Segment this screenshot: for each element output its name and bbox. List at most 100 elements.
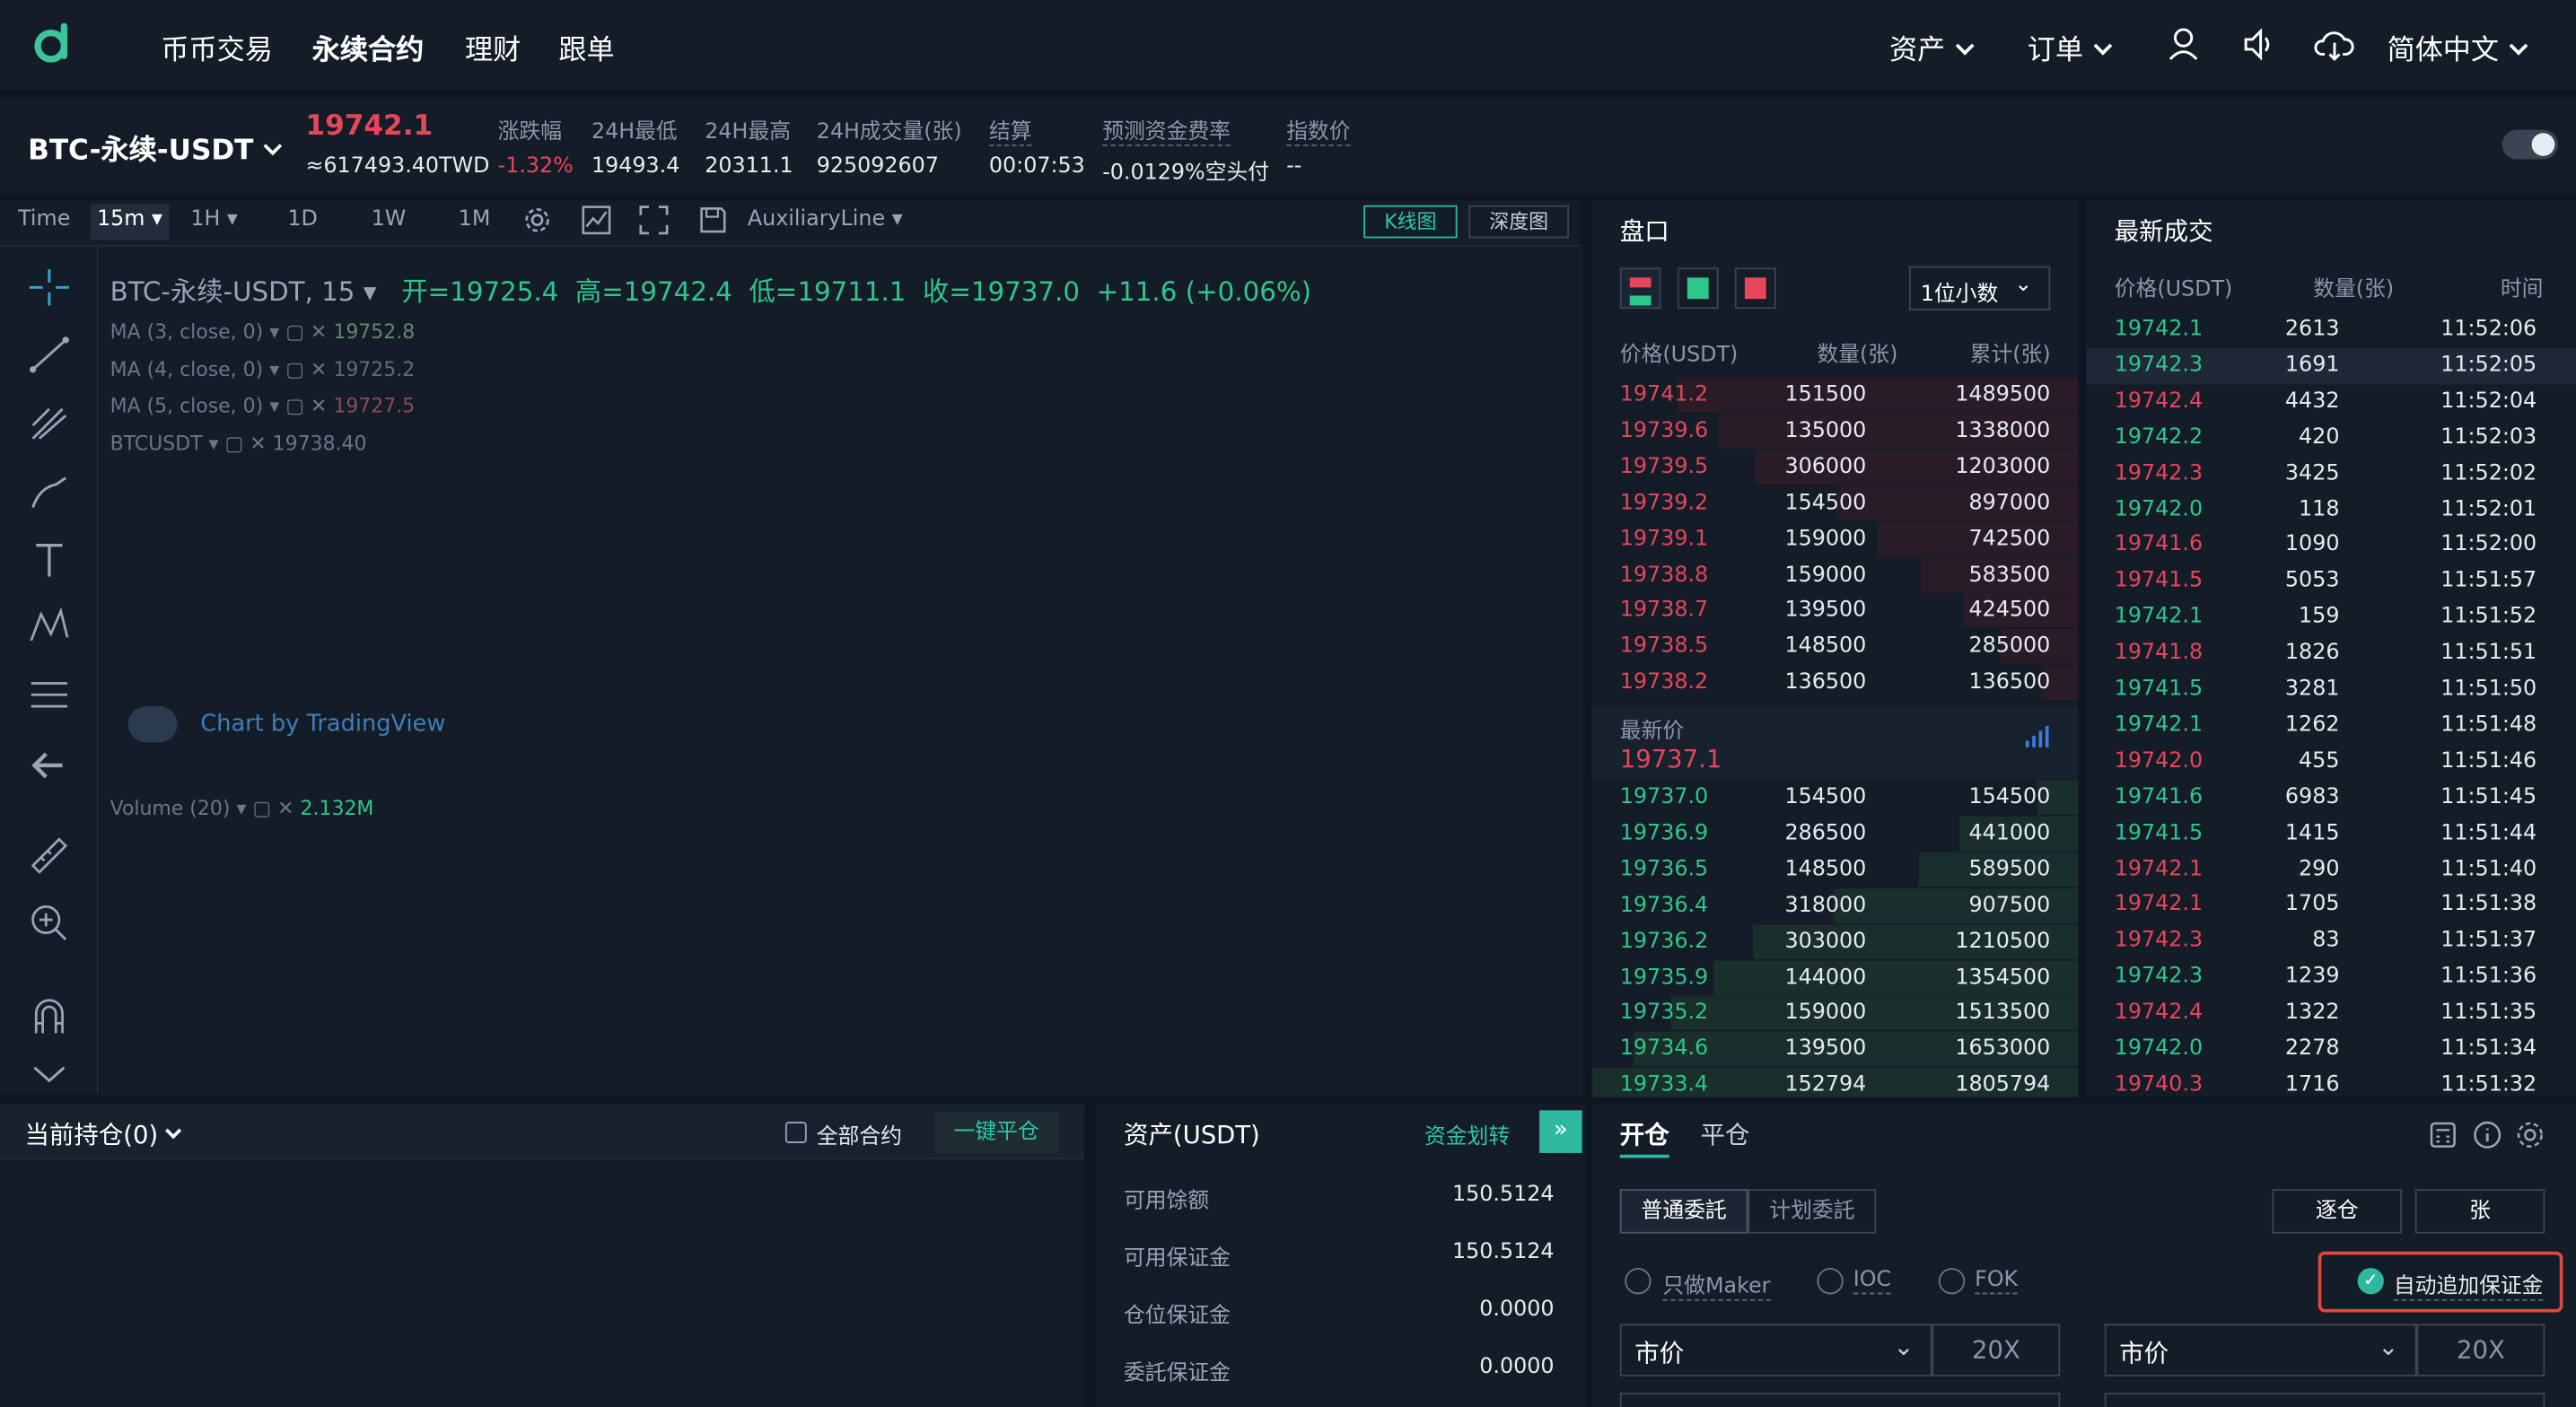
sell-amount-input[interactable]	[2104, 1393, 2545, 1407]
stat-label-settlement[interactable]: 结算	[988, 113, 1032, 146]
view-asks-icon[interactable]	[1734, 267, 1776, 310]
stat-label-index[interactable]: 指数价	[1286, 113, 1351, 146]
zoom-in-icon[interactable]	[26, 902, 72, 945]
ioc-radio[interactable]	[1817, 1268, 1844, 1295]
ask-row[interactable]: 19738.8 159000 583500	[1592, 563, 2079, 592]
bid-row[interactable]: 19735.9 144000 1354500	[1592, 965, 2079, 994]
ask-row[interactable]: 19741.2 151500 1489500	[1592, 382, 2079, 412]
ask-row[interactable]: 19739.2 154500 897000	[1592, 491, 2079, 520]
auxiliary-line-dropdown[interactable]: AuxiliaryLine ▾	[748, 207, 903, 232]
interval-1h[interactable]: 1H ▾	[190, 207, 238, 232]
auto-margin-checkbox[interactable]: ✓	[2357, 1268, 2384, 1295]
decimals-select[interactable]: 1位小数 ⌄	[1908, 266, 2051, 310]
stat-label-funding[interactable]: 预测资金费率	[1102, 113, 1231, 146]
cloud-download-icon[interactable]	[2313, 26, 2356, 62]
bid-row[interactable]: 19736.5 148500 589500	[1592, 857, 2079, 887]
interval-1m[interactable]: 1M	[459, 207, 491, 232]
speaker-icon[interactable]	[2241, 26, 2277, 62]
unit-button[interactable]: 张	[2414, 1189, 2545, 1234]
text-tool-icon[interactable]	[26, 538, 72, 581]
nav-orders-menu[interactable]: 订单	[2027, 26, 2113, 68]
tab-open-position[interactable]: 开仓	[1620, 1117, 1669, 1151]
back-arrow-icon[interactable]	[26, 744, 72, 787]
nav-copy-trading[interactable]: 跟单	[558, 26, 614, 67]
nav-assets-menu[interactable]: 资产	[1889, 26, 1975, 67]
close-all-button[interactable]: 一键平仓	[934, 1112, 1058, 1153]
fok-radio[interactable]	[1938, 1268, 1966, 1295]
bid-row[interactable]: 19736.9 286500 441000	[1592, 821, 2079, 851]
ask-row[interactable]: 19739.1 159000 742500	[1592, 527, 2079, 556]
plan-order-tab[interactable]: 计划委託	[1748, 1189, 1877, 1234]
language-selector[interactable]: 简体中文	[2388, 26, 2528, 67]
depth-view-button[interactable]: 深度图	[1468, 205, 1570, 239]
ask-row[interactable]: 19739.6 135000 1338000	[1592, 419, 2079, 449]
buy-leverage-select[interactable]: 20X	[1932, 1324, 2061, 1376]
nav-spot-trading[interactable]: 币币交易	[161, 26, 272, 67]
all-contracts-checkbox[interactable]	[784, 1122, 807, 1143]
user-icon[interactable]	[2165, 26, 2201, 62]
sell-price-type-select[interactable]: 市价 ⌄	[2104, 1324, 2417, 1376]
settings-gear-icon[interactable]	[522, 205, 552, 235]
nav-perpetual[interactable]: 永续合约	[312, 26, 424, 67]
interval-15m[interactable]: 15m ▾	[97, 207, 162, 232]
indicator-icon[interactable]	[582, 205, 611, 235]
save-icon[interactable]	[698, 205, 728, 235]
fib-icon[interactable]	[26, 673, 72, 716]
buy-amount-input[interactable]	[1619, 1393, 2061, 1407]
ask-row[interactable]: 19738.7 139500 424500	[1592, 599, 2079, 628]
bid-row[interactable]: 19733.4 152794 1805794	[1592, 1073, 2079, 1097]
auto-margin-label[interactable]: 自动追加保证金	[2393, 1268, 2544, 1301]
view-bids-icon[interactable]	[1677, 267, 1719, 310]
interval-1d[interactable]: 1D	[287, 207, 317, 232]
pair-selector[interactable]: BTC-永续-USDT	[28, 127, 283, 168]
indicator-ma2[interactable]: MA (4, close, 0) ▾ ▢ ✕ 19725.2	[110, 351, 416, 388]
transfer-arrow-button[interactable]: »	[1539, 1110, 1582, 1153]
tab-close-position[interactable]: 平仓	[1700, 1117, 1749, 1151]
maker-only-radio[interactable]	[1625, 1268, 1652, 1295]
crosshair-icon[interactable]	[26, 267, 72, 310]
ask-row[interactable]: 19738.2 136500 136500	[1592, 670, 2079, 700]
interval-1w[interactable]: 1W	[372, 207, 407, 232]
bid-row[interactable]: 19734.6 139500 1653000	[1592, 1037, 2079, 1067]
ioc-label[interactable]: IOC	[1853, 1268, 1892, 1295]
trend-line-icon[interactable]	[26, 334, 72, 377]
fok-label[interactable]: FOK	[1975, 1268, 2019, 1295]
bid-row[interactable]: 19736.4 318000 907500	[1592, 893, 2079, 922]
pitchfork-icon[interactable]	[26, 402, 72, 445]
indicator-btcusdt[interactable]: BTCUSDT ▾ ▢ ✕ 19738.40	[110, 424, 416, 461]
brand-logo[interactable]	[30, 20, 75, 66]
interval-time[interactable]: Time	[18, 207, 70, 232]
fullscreen-icon[interactable]	[639, 205, 669, 235]
buy-price-type-select[interactable]: 市价 ⌄	[1619, 1324, 1932, 1376]
view-both-icon[interactable]	[1619, 267, 1661, 310]
settings-icon[interactable]	[2515, 1120, 2545, 1149]
theme-toggle[interactable]	[2502, 129, 2558, 160]
nav-orders-label: 订单	[2027, 34, 2083, 68]
stat-label-volume: 24H成交量(张)	[816, 119, 962, 145]
indicator-value: 19727.5	[333, 394, 416, 417]
ruler-icon[interactable]	[26, 833, 72, 876]
collapse-icon[interactable]	[26, 1054, 72, 1097]
kline-view-button[interactable]: K线图	[1363, 205, 1458, 239]
trade-row: 19742.3 83 11:51:37	[2087, 923, 2576, 959]
bid-row[interactable]: 19736.2 303000 1210500	[1592, 929, 2079, 958]
magnet-icon[interactable]	[26, 993, 72, 1036]
brush-icon[interactable]	[26, 471, 72, 514]
pattern-icon[interactable]	[26, 605, 72, 648]
fund-transfer-link[interactable]: 资金划转	[1424, 1119, 1510, 1149]
indicator-ma3[interactable]: MA (5, close, 0) ▾ ▢ ✕ 19727.5	[110, 388, 416, 424]
indicator-ma1[interactable]: MA (3, close, 0) ▾ ▢ ✕ 19752.8	[110, 314, 416, 351]
calculator-icon[interactable]	[2428, 1120, 2458, 1149]
normal-order-tab[interactable]: 普通委託	[1619, 1189, 1748, 1234]
bid-row[interactable]: 19737.0 154500 154500	[1592, 785, 2079, 815]
ask-row[interactable]: 19738.5 148500 285000	[1592, 634, 2079, 664]
info-icon[interactable]	[2473, 1120, 2502, 1149]
ask-row[interactable]: 19739.5 306000 1203000	[1592, 455, 2079, 485]
maker-only-label[interactable]: 只做Maker	[1662, 1268, 1771, 1301]
volume-legend[interactable]: Volume (20) ▾ ▢ ✕ 2.132M	[110, 797, 374, 820]
positions-tab[interactable]: 当前持仓(0)	[24, 1117, 182, 1151]
nav-finance[interactable]: 理财	[465, 26, 521, 67]
bid-row[interactable]: 19735.2 159000 1513500	[1592, 1001, 2079, 1030]
sell-leverage-select[interactable]: 20X	[2416, 1324, 2545, 1376]
margin-mode-button[interactable]: 逐仓	[2272, 1189, 2403, 1234]
